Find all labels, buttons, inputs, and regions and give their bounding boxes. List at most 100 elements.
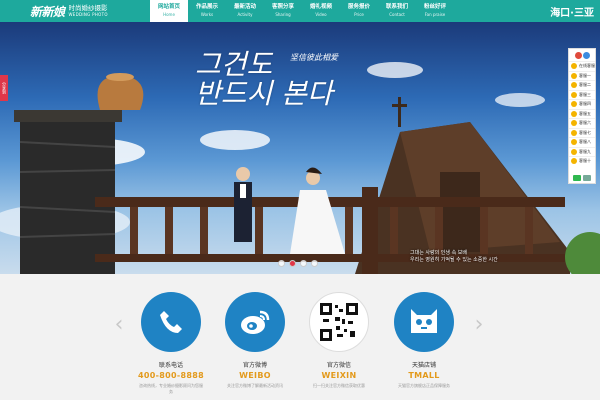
nav-label-en: Fan praise [424,11,446,17]
card-title: 官方微博 [242,362,267,369]
nav-label-en: Video [315,11,327,17]
service-item[interactable]: 客服五 [569,108,595,119]
contact-card-tmall[interactable]: 天猫店铺 TMALL 天猫官方旗舰店正品保障服务 [384,292,464,389]
card-description: 天猫官方旗舰店正品保障服务 [398,383,450,388]
widget-header [569,49,595,61]
slider-dot-active[interactable] [289,260,296,267]
logo-en-text: WEDDING PHOTO [68,11,108,17]
site-logo[interactable]: 新新娘 时尚婚纱摄影 WEDDING PHOTO [0,0,150,22]
qq-icon [571,110,577,117]
service-item[interactable]: 在线客服 [569,61,595,71]
service-label: 客服十 [579,158,591,164]
card-title: 天猫店铺 [411,362,436,369]
widget-footer [569,175,595,181]
region-label[interactable]: 海口·三亚 [550,0,594,22]
contact-card-weibo[interactable]: 官方微博 WEIBO 关注官方微博了解最新活动资讯 [215,292,295,389]
avatar-icon [582,51,590,59]
service-item[interactable]: 客服一 [569,70,595,81]
nav-label-cn: 客照分享 [271,4,294,11]
service-label: 客服七 [579,129,591,135]
service-label: 客服八 [579,139,591,145]
logo-cn-text: 时尚婚纱摄影 [68,4,108,13]
nav-item-price[interactable]: 服务报价 Price [340,0,378,22]
service-item[interactable]: 客服二 [569,80,595,90]
nav-label-cn: 粉丝好评 [423,4,446,11]
qq-icon [571,72,577,79]
card-description: 咨询热线，专业婚纱摄影顾问为您服务 [139,383,203,394]
card-value: 400-800-8888 [138,371,204,380]
service-item[interactable]: 客服七 [569,127,595,138]
qq-icon [571,139,577,146]
hero-banner[interactable]: 그건도 반드시 본다 坚信彼此相爱 그대는 사랑의 인생 속 보배 우리는 영원… [0,22,600,274]
contact-card-weixin[interactable]: 官方微信 WEIXIN 扫一扫关注官方微信获取优惠 [299,292,379,389]
caption-line2: 우리는 영원히 기억될 수 있는 소중한 시간 [410,257,498,263]
qq-icon [571,120,577,127]
service-item[interactable]: 客服六 [569,118,595,128]
qq-icon [571,82,577,89]
close-icon[interactable] [583,175,591,181]
service-item[interactable]: 客服四 [569,99,595,109]
share-side-tab[interactable]: 分享到 [0,75,8,101]
main-nav: 网站首页 Home 作品展示 Works 最新活动 Activity 客照分享 … [150,0,454,22]
next-arrow-icon[interactable]: › [472,312,486,338]
page: 新新娘 时尚婚纱摄影 WEDDING PHOTO 网站首页 Home 作品展示 … [0,0,600,400]
service-item[interactable]: 客服八 [569,137,595,147]
banner-cn-title: 坚信彼此相爱 [290,53,338,62]
qq-icon [571,158,577,165]
service-label: 客服四 [579,101,591,107]
nav-label-cn: 婚礼视频 [309,4,332,11]
nav-item-works[interactable]: 作品展示 Works [188,0,226,22]
card-value: TMALL [408,371,440,380]
slider-dots [278,260,318,267]
nav-label-cn: 最新活动 [233,4,256,11]
slider-dot[interactable] [311,260,318,267]
caption-line1: 그대는 사랑의 인생 속 보배 [410,250,467,256]
banner-caption: 그대는 사랑의 인생 속 보배 우리는 영원히 기억될 수 있는 소중한 시간 [410,250,590,264]
nav-item-home[interactable]: 网站首页 Home [150,0,188,22]
nav-item-video[interactable]: 婚礼视频 Video [302,0,340,22]
card-title: 官方微信 [326,362,351,369]
nav-item-activity[interactable]: 最新活动 Activity [226,0,264,22]
slider-dot[interactable] [278,260,285,267]
service-item[interactable]: 客服十 [569,156,595,166]
online-service-widget: 在线客服 客服一 客服二 客服三 客服四 客服五 客服六 客服七 客服八 客服九… [568,48,596,184]
qq-icon [571,91,577,98]
qq-icon [571,63,577,70]
card-value: WEIXIN [321,371,357,380]
nav-label-en: Activity [237,11,253,17]
wechat-icon[interactable] [573,175,581,181]
tmall-icon [394,292,454,352]
nav-label-en: Works [200,11,214,17]
contact-section: ‹ › 联系电话 400-800-8888 咨询热线，专业婚纱摄影顾问为您服务 [0,274,600,400]
service-label: 客服二 [579,82,591,88]
nav-item-contact[interactable]: 联系我们 Contact [378,0,416,22]
korean-title-line2: 반드시 본다 [195,77,333,111]
nav-label-cn: 网站首页 [157,4,180,11]
card-title: 联系电话 [158,362,183,369]
service-label: 客服五 [579,110,591,116]
qq-icon [571,148,577,155]
qq-icon [571,129,577,136]
nav-label-en: Contact [389,11,405,17]
contact-card-phone[interactable]: 联系电话 400-800-8888 咨询热线，专业婚纱摄影顾问为您服务 [131,292,211,395]
card-description: 扫一扫关注官方微信获取优惠 [313,383,365,388]
card-value: WEIBO [239,371,271,380]
top-navigation-bar: 新新娘 时尚婚纱摄影 WEDDING PHOTO 网站首页 Home 作品展示 … [0,0,600,22]
card-description: 关注官方微博了解最新活动资讯 [227,383,283,388]
nav-label-en: Home [163,11,175,17]
qrcode-icon [309,292,369,352]
nav-label-en: Sharing [275,11,291,17]
nav-item-sharing[interactable]: 客照分享 Sharing [264,0,302,22]
logo-subtitle: 时尚婚纱摄影 WEDDING PHOTO [69,5,108,17]
service-item[interactable]: 客服九 [569,146,595,157]
prev-arrow-icon[interactable]: ‹ [112,312,126,338]
service-label: 在线客服 [579,63,595,69]
service-item[interactable]: 客服三 [569,89,595,100]
nav-label-cn: 作品展示 [195,4,218,11]
nav-item-fan-praise[interactable]: 粉丝好评 Fan praise [416,0,454,22]
logo-main-text: 新新娘 [30,4,65,19]
service-label: 客服六 [579,120,591,126]
slider-dot[interactable] [300,260,307,267]
qq-icon [571,101,577,108]
nav-label-cn: 联系我们 [385,4,408,11]
